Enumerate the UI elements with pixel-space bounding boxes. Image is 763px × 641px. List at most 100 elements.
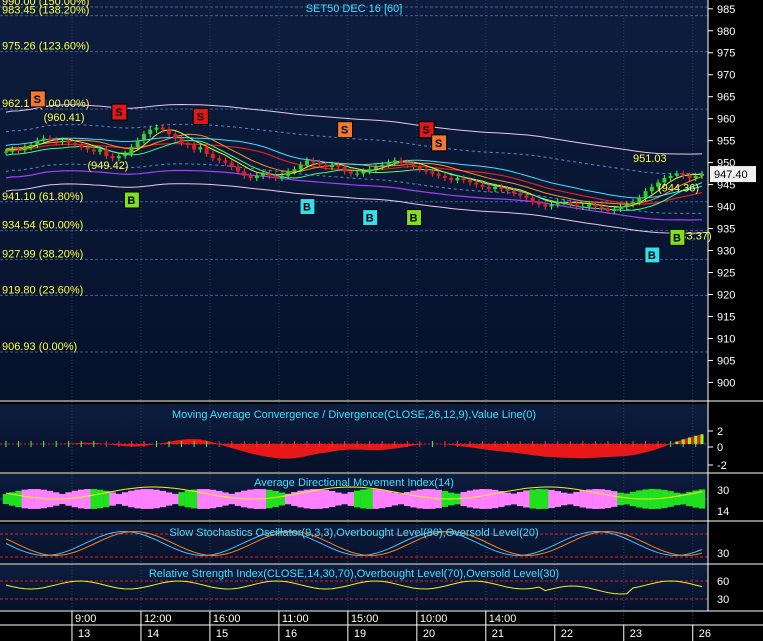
date-tick-label: 22 — [561, 628, 573, 640]
adx-tick-label: 14 — [717, 506, 729, 518]
rsi-title: Relative Strength Index(CLOSE,14,30,70),… — [149, 568, 559, 580]
candle-body — [223, 160, 228, 163]
price-annotation: (944.36) — [658, 182, 699, 194]
price-tick-label: 905 — [717, 355, 735, 367]
date-tick-label: 23 — [630, 628, 642, 640]
signal-marker-label: S — [341, 125, 348, 137]
candle-body — [455, 178, 460, 181]
candle-body — [135, 140, 140, 148]
candle-body — [311, 160, 316, 163]
candle-body — [198, 147, 203, 150]
date-tick-label: 14 — [147, 628, 159, 640]
candle-body — [637, 197, 642, 203]
candle-body — [549, 204, 554, 207]
time-tick-label: 9:00 — [75, 613, 96, 625]
candle-body — [129, 147, 134, 154]
candle-body — [643, 191, 648, 198]
candle-body — [304, 160, 309, 165]
stoch-title: Slow Stochastics Oscillator(9,3,3),Overb… — [169, 527, 538, 539]
date-tick-label: 19 — [354, 628, 366, 640]
signal-marker-label: S — [197, 111, 204, 123]
candle-body — [411, 164, 416, 168]
fib-level-label: 906.93 (0.00%) — [2, 341, 77, 353]
price-tick-label: 910 — [717, 333, 735, 345]
time-tick-label: 14:00 — [489, 613, 517, 625]
candle-body — [480, 184, 485, 187]
signal-marker-label: B — [127, 195, 135, 207]
candle-body — [192, 145, 197, 150]
candle-body — [330, 164, 335, 168]
candle-body — [210, 153, 215, 159]
price-tick-label: 970 — [717, 70, 735, 82]
candle-body — [66, 140, 71, 143]
current-price-label: 947.40 — [714, 169, 748, 181]
candle-body — [185, 142, 190, 146]
candle-body — [148, 129, 153, 135]
price-tick-label: 930 — [717, 246, 735, 258]
macd-tick-label: -2 — [717, 460, 727, 472]
chart-title: SET50 DEC 16 [60] — [306, 3, 403, 15]
candle-body — [599, 206, 604, 209]
candle-body — [380, 164, 385, 168]
candle-body — [674, 173, 679, 176]
candle-body — [342, 167, 347, 172]
candle-body — [430, 171, 435, 174]
candle-body — [110, 156, 115, 159]
candle-body — [536, 202, 541, 205]
candle-body — [436, 173, 441, 176]
fib-level-label: 983.45 (138.20%) — [2, 5, 89, 17]
candle-body — [580, 206, 585, 208]
candle-body — [631, 202, 636, 205]
fib-level-label: 941.10 (61.80%) — [2, 191, 83, 203]
date-tick-label: 16 — [285, 628, 297, 640]
candle-body — [700, 174, 704, 176]
candle-body — [373, 167, 378, 170]
candle-body — [424, 169, 429, 172]
signal-marker-label: B — [303, 202, 311, 214]
date-tick-label: 15 — [216, 628, 228, 640]
candle-body — [229, 162, 234, 168]
candle-body — [668, 175, 673, 179]
candle-body — [154, 127, 159, 130]
chart-svg: 9859809759709659609559509459409359309259… — [0, 0, 763, 641]
signal-marker-label: B — [410, 213, 418, 225]
fib-level-label: 975.26 (123.60%) — [2, 41, 89, 53]
candle-body — [587, 204, 592, 207]
rsi-tick-label: 60 — [717, 576, 729, 588]
candle-body — [348, 171, 353, 174]
candle-body — [605, 208, 610, 211]
signal-marker-label: S — [422, 125, 429, 137]
signal-marker-label: S — [34, 94, 41, 106]
candle-body — [530, 197, 535, 203]
candle-body — [355, 173, 360, 175]
price-tick-label: 925 — [717, 268, 735, 280]
candle-body — [574, 204, 579, 207]
candle-body — [442, 175, 447, 179]
candle-body — [4, 151, 8, 153]
candle-body — [123, 153, 128, 157]
time-tick-label: 16:00 — [213, 613, 241, 625]
candle-body — [555, 202, 560, 205]
candle-body — [79, 145, 84, 148]
candle-body — [405, 162, 410, 165]
price-tick-label: 940 — [717, 202, 735, 214]
candle-body — [367, 169, 372, 172]
date-tick-label: 21 — [492, 628, 504, 640]
candle-body — [91, 149, 96, 152]
candle-body — [54, 139, 59, 142]
candle-body — [16, 149, 21, 151]
candle-body — [618, 206, 623, 209]
candle-body — [649, 186, 654, 192]
candle-body — [505, 189, 510, 192]
price-tick-label: 920 — [717, 290, 735, 302]
candle-body — [392, 160, 397, 163]
candle-body — [399, 160, 404, 163]
candle-body — [468, 180, 472, 183]
macd-title: Moving Average Convergence / Divergence(… — [172, 409, 536, 421]
candle-body — [22, 147, 27, 151]
candle-body — [543, 204, 548, 207]
candle-body — [292, 169, 297, 172]
candle-body — [85, 147, 90, 150]
adx-tick-label: 30 — [717, 485, 729, 497]
candle-body — [261, 173, 266, 176]
